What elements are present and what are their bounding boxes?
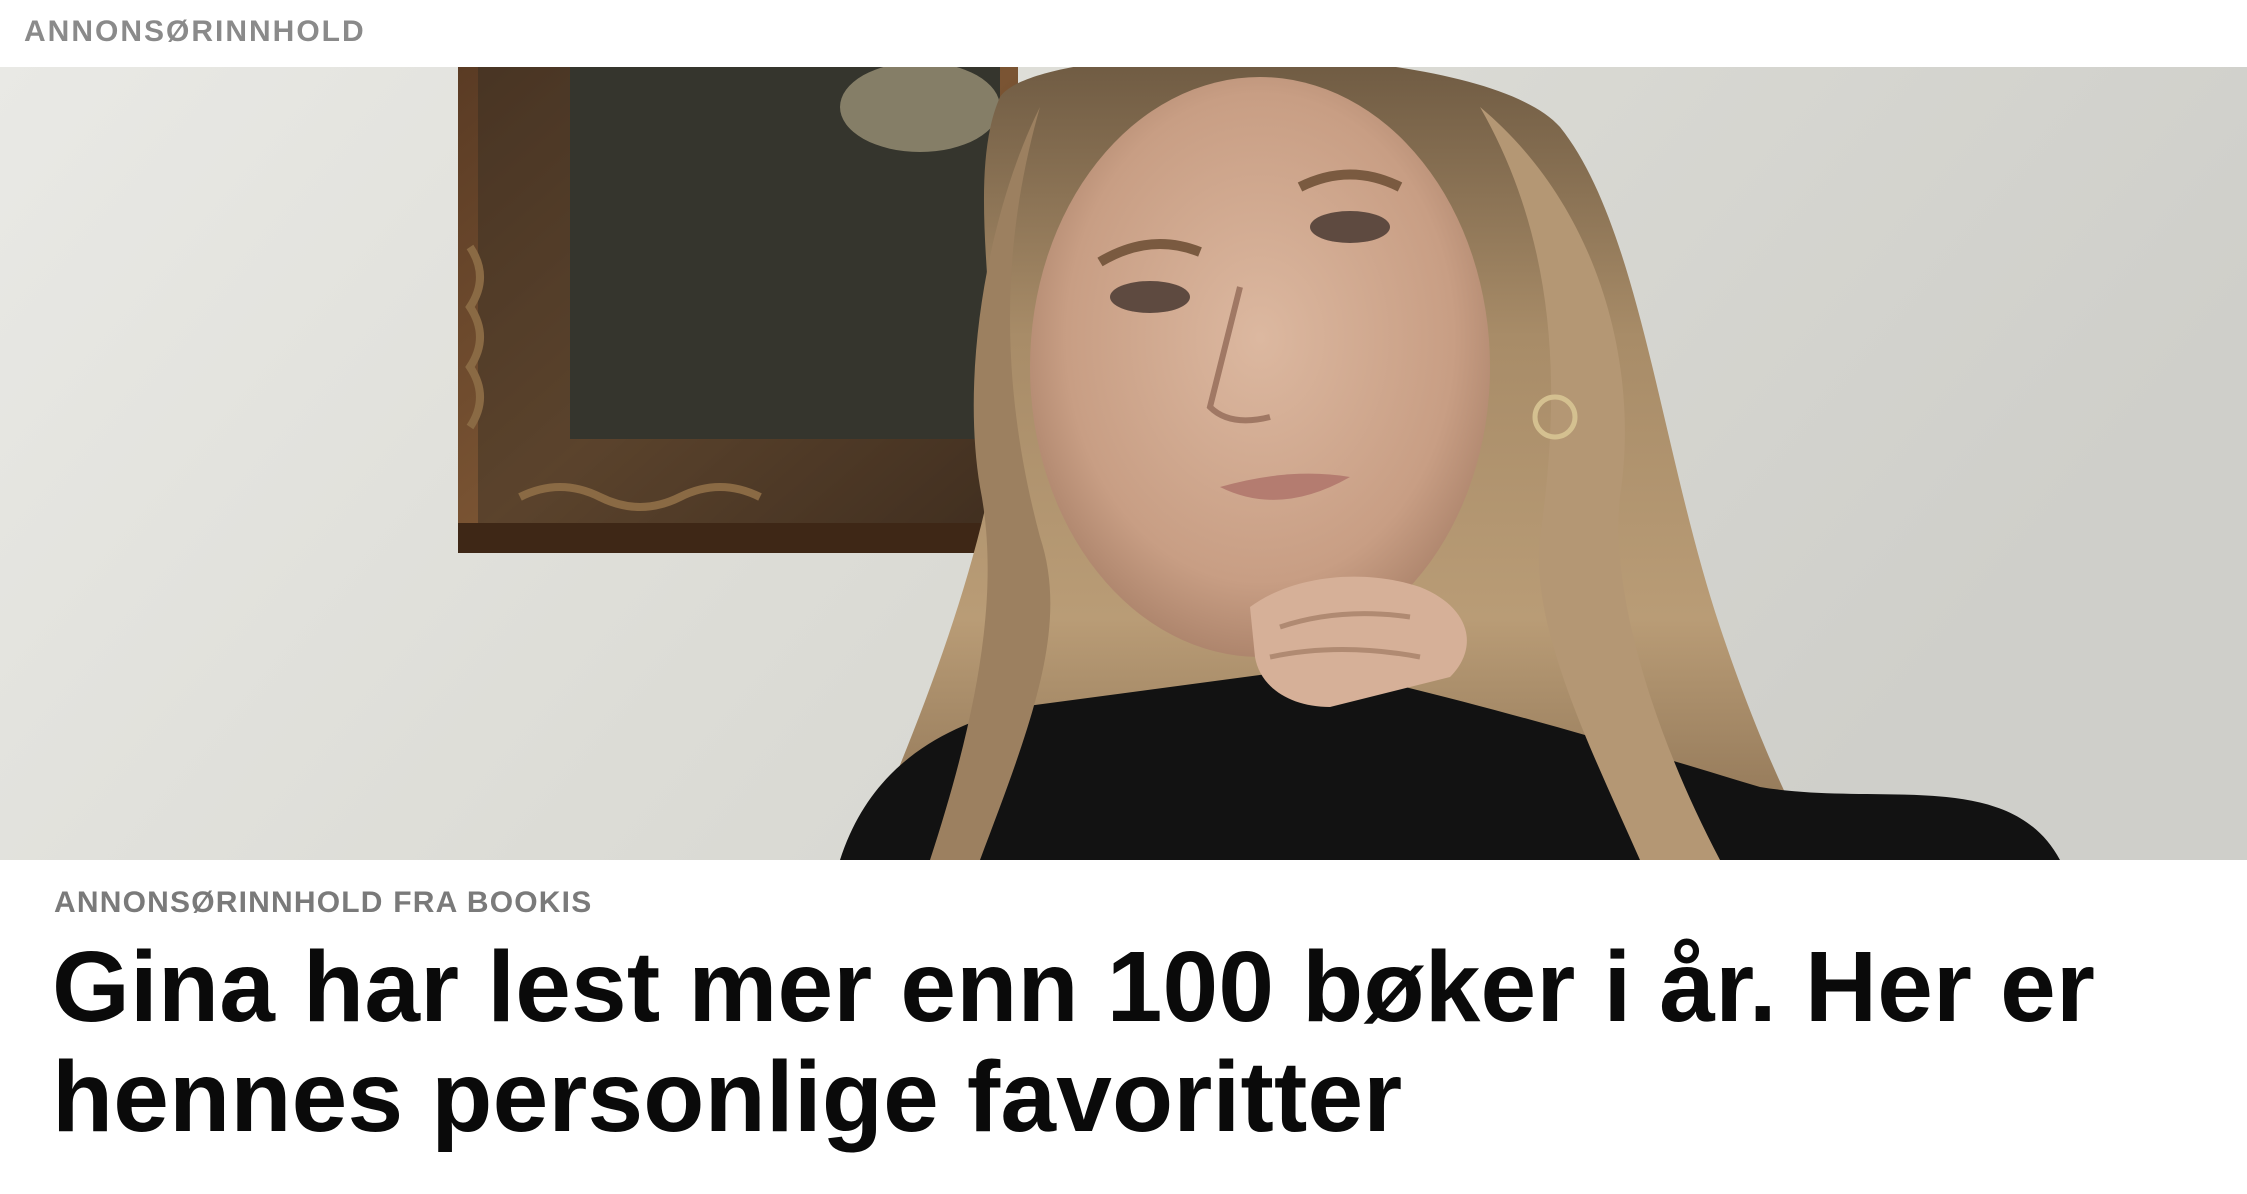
sponsored-content-label: ANNONSØRINNHOLD [24, 15, 366, 48]
article-headline[interactable]: Gina har lest mer enn 100 bøker i år. He… [52, 932, 2212, 1152]
hero-image[interactable] [0, 67, 2247, 860]
ad-article-card[interactable]: ANNONSØRINNHOLD ANNONSØRINNHOLD FRA BOOK… [0, 0, 2247, 1194]
sponsor-label: ANNONSØRINNHOLD FRA BOOKIS [54, 886, 593, 919]
painting-frame [458, 67, 1018, 553]
